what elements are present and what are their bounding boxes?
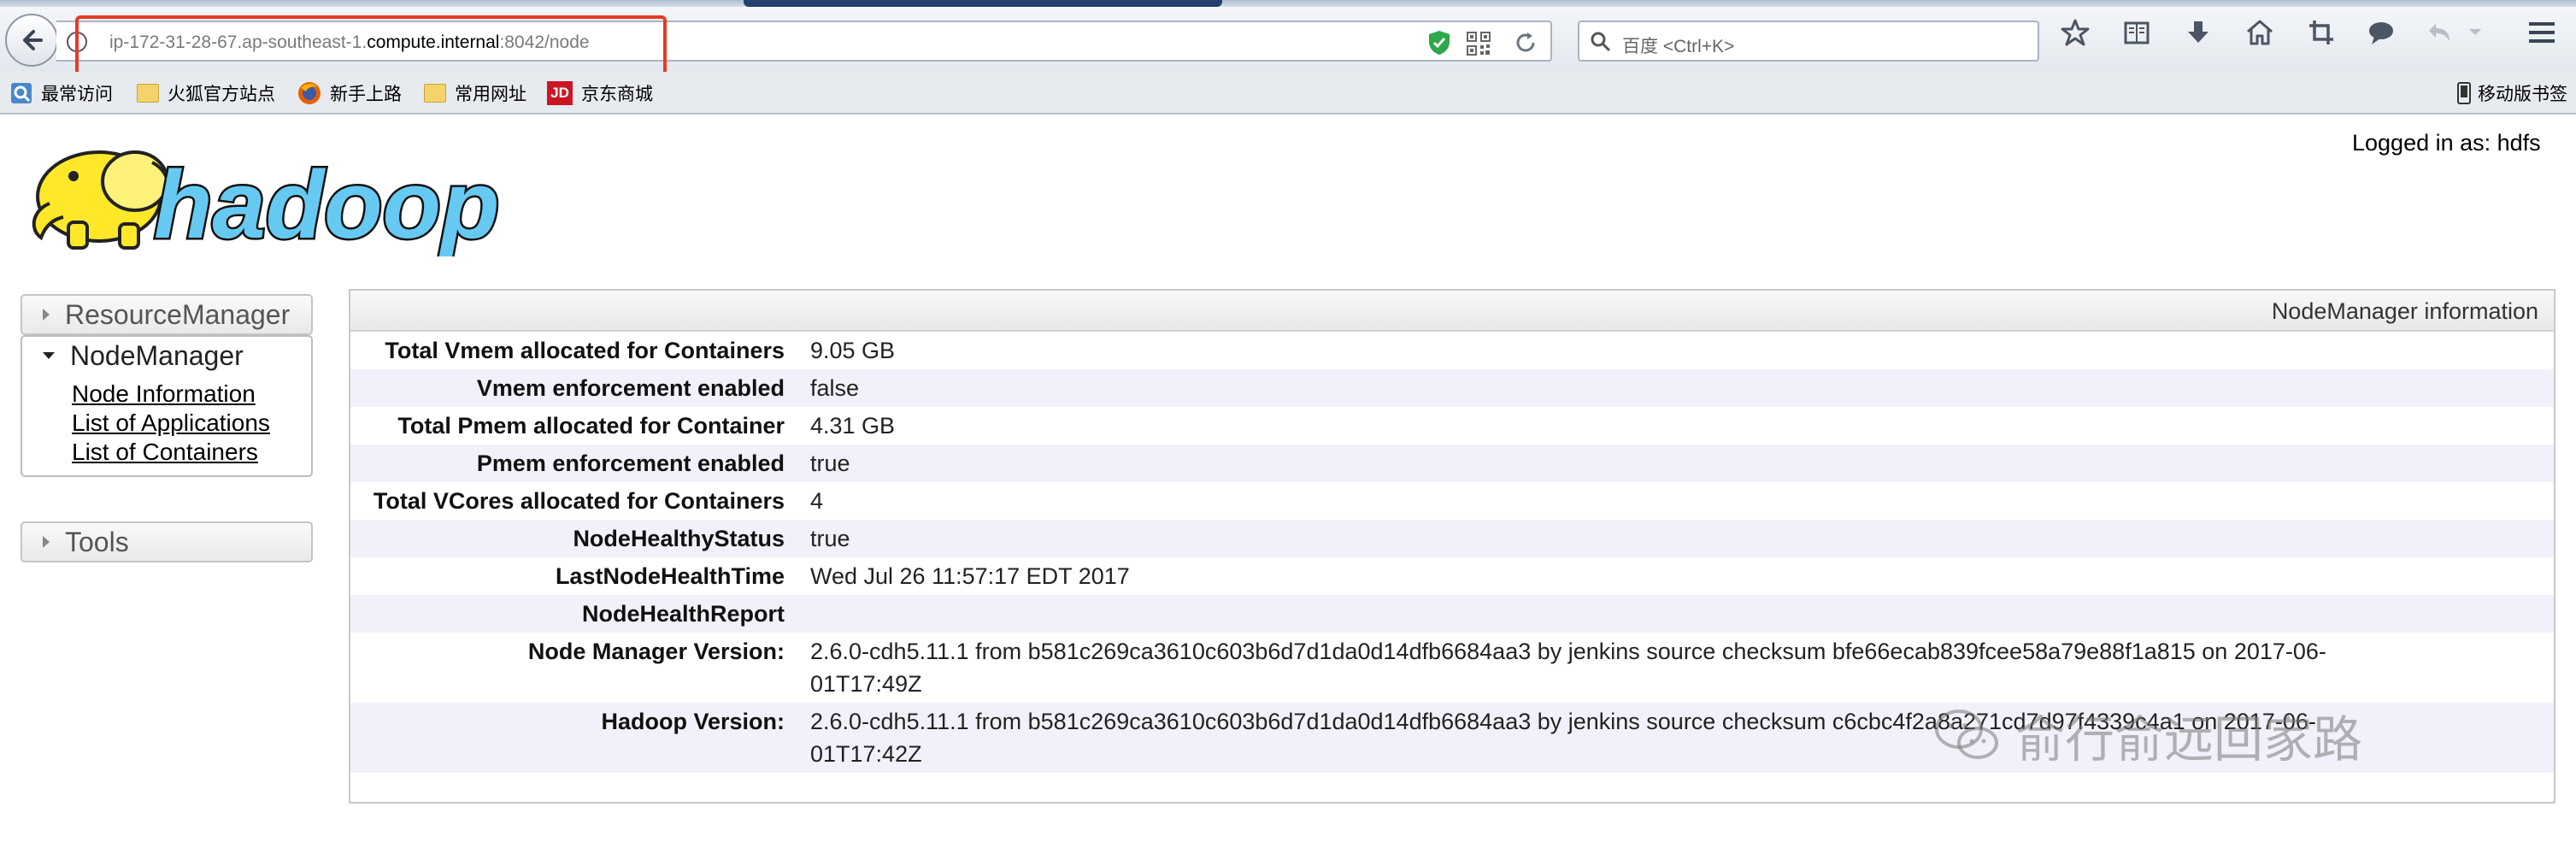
- folder-icon: [424, 84, 446, 103]
- bookmark-star-icon[interactable]: [2058, 15, 2092, 50]
- table-row: Pmem enforcement enabled true: [350, 445, 2554, 482]
- bookmark-getting-started[interactable]: 新手上路: [297, 81, 402, 105]
- info-value: true: [810, 450, 850, 476]
- info-value: 4.31 GB: [810, 413, 896, 439]
- info-value: Wed Jul 26 11:57:17 EDT 2017: [810, 563, 1130, 589]
- info-key: Total Pmem allocated for Container: [397, 413, 785, 439]
- back-arrow-icon: [23, 30, 43, 50]
- jd-logo-icon: JD: [547, 81, 573, 105]
- info-key: NodeHealthyStatus: [573, 526, 785, 551]
- tab-strip: [0, 0, 2576, 7]
- wechat-watermark: 俞行俞远回家路: [1933, 699, 2362, 771]
- table-row: Node Manager Version: 2.6.0-cdh5.11.1 fro…: [350, 633, 2554, 703]
- info-key: Total Vmem allocated for Containers: [385, 338, 785, 363]
- table-row: Total VCores allocated for Containers 4: [350, 482, 2554, 520]
- info-key: Hadoop Version:: [601, 709, 785, 734]
- menu-icon[interactable]: [2525, 15, 2559, 50]
- info-key: Node Manager Version:: [527, 639, 785, 664]
- table-row: Total Vmem allocated for Containers 9.05 …: [350, 332, 2554, 369]
- bookmark-common-sites[interactable]: 常用网址: [424, 81, 526, 105]
- reading-list-icon[interactable]: [2120, 15, 2154, 50]
- hadoop-logo-text: hadoop: [154, 151, 499, 256]
- link-node-information[interactable]: Node Information: [72, 380, 303, 409]
- info-key: LastNodeHealthTime: [555, 563, 785, 589]
- table-row: NodeHealthReport: [350, 595, 2554, 633]
- chevron-down-icon: [43, 352, 55, 359]
- bookmark-most-visited[interactable]: 最常访问: [10, 81, 113, 105]
- info-key: Pmem enforcement enabled: [476, 450, 785, 476]
- screenshot-crop-icon[interactable]: [2304, 15, 2338, 50]
- info-key: Total VCores allocated for Containers: [373, 488, 785, 514]
- chevron-right-icon: [43, 536, 50, 548]
- mobile-phone-icon: [2457, 82, 2471, 104]
- info-value: 2.6.0-cdh5.11.1 from b581c269ca3610c603b…: [810, 639, 2326, 697]
- active-tab-edge[interactable]: [744, 0, 1222, 7]
- download-icon[interactable]: [2181, 15, 2215, 50]
- node-manager-links: Node Information List of Applications Li…: [22, 374, 311, 475]
- info-value: 4: [810, 488, 824, 514]
- firefox-icon: [298, 82, 321, 104]
- table-row: Vmem enforcement enabled false: [350, 369, 2554, 407]
- table-row: NodeHealthyStatus true: [350, 520, 2554, 557]
- chevron-down-icon[interactable]: [2465, 15, 2485, 50]
- url-highlight-annotation: [75, 15, 667, 79]
- link-list-of-applications[interactable]: List of Applications: [72, 409, 303, 438]
- search-placeholder: 百度 <Ctrl+K>: [1622, 37, 1735, 56]
- mobile-bookmarks[interactable]: 移动版书签: [2457, 81, 2567, 105]
- logged-in-user: Logged in as: hdfs: [2352, 130, 2541, 156]
- link-list-of-containers[interactable]: List of Containers: [72, 438, 303, 467]
- bookmark-jd-mall[interactable]: JD 京东商城: [547, 81, 653, 105]
- info-value: false: [810, 375, 860, 401]
- reload-icon[interactable]: [1513, 30, 1538, 56]
- info-value: 9.05 GB: [810, 338, 896, 363]
- home-icon[interactable]: [2243, 15, 2277, 50]
- info-value: [810, 595, 2554, 633]
- panel-title: NodeManager information: [350, 291, 2554, 332]
- shield-icon[interactable]: [1427, 30, 1451, 56]
- nav-resource-manager[interactable]: ResourceManager: [21, 294, 313, 335]
- chevron-right-icon: [43, 309, 50, 321]
- nav-tools[interactable]: Tools: [21, 521, 313, 562]
- bookmarks-toolbar: 最常访问 火狐官方站点 新手上路 常用网址 JD 京东商城 移动版书签: [0, 72, 2576, 115]
- table-row: LastNodeHealthTime Wed Jul 26 11:57:17 ED…: [350, 557, 2554, 595]
- info-key: NodeHealthReport: [581, 601, 785, 627]
- most-visited-icon: [11, 83, 32, 103]
- search-icon: [1591, 32, 1611, 52]
- qr-code-icon[interactable]: [1467, 32, 1491, 56]
- folder-icon: [137, 84, 159, 103]
- back-button[interactable]: [5, 14, 58, 67]
- undo-icon[interactable]: [2422, 15, 2456, 50]
- wechat-icon: [1935, 710, 1998, 759]
- search-bar[interactable]: 百度 <Ctrl+K>: [1578, 21, 2039, 62]
- elephant-icon: [32, 150, 170, 250]
- info-key: Vmem enforcement enabled: [476, 375, 785, 401]
- bookmark-firefox-official[interactable]: 火狐官方站点: [137, 81, 275, 105]
- table-row: Total Pmem allocated for Container 4.31 G…: [350, 407, 2554, 445]
- chat-bubble-icon[interactable]: [2364, 15, 2398, 50]
- info-value: true: [810, 526, 850, 551]
- hadoop-logo: hadoop: [32, 150, 502, 256]
- nav-node-manager[interactable]: NodeManager Node Information List of App…: [21, 335, 313, 477]
